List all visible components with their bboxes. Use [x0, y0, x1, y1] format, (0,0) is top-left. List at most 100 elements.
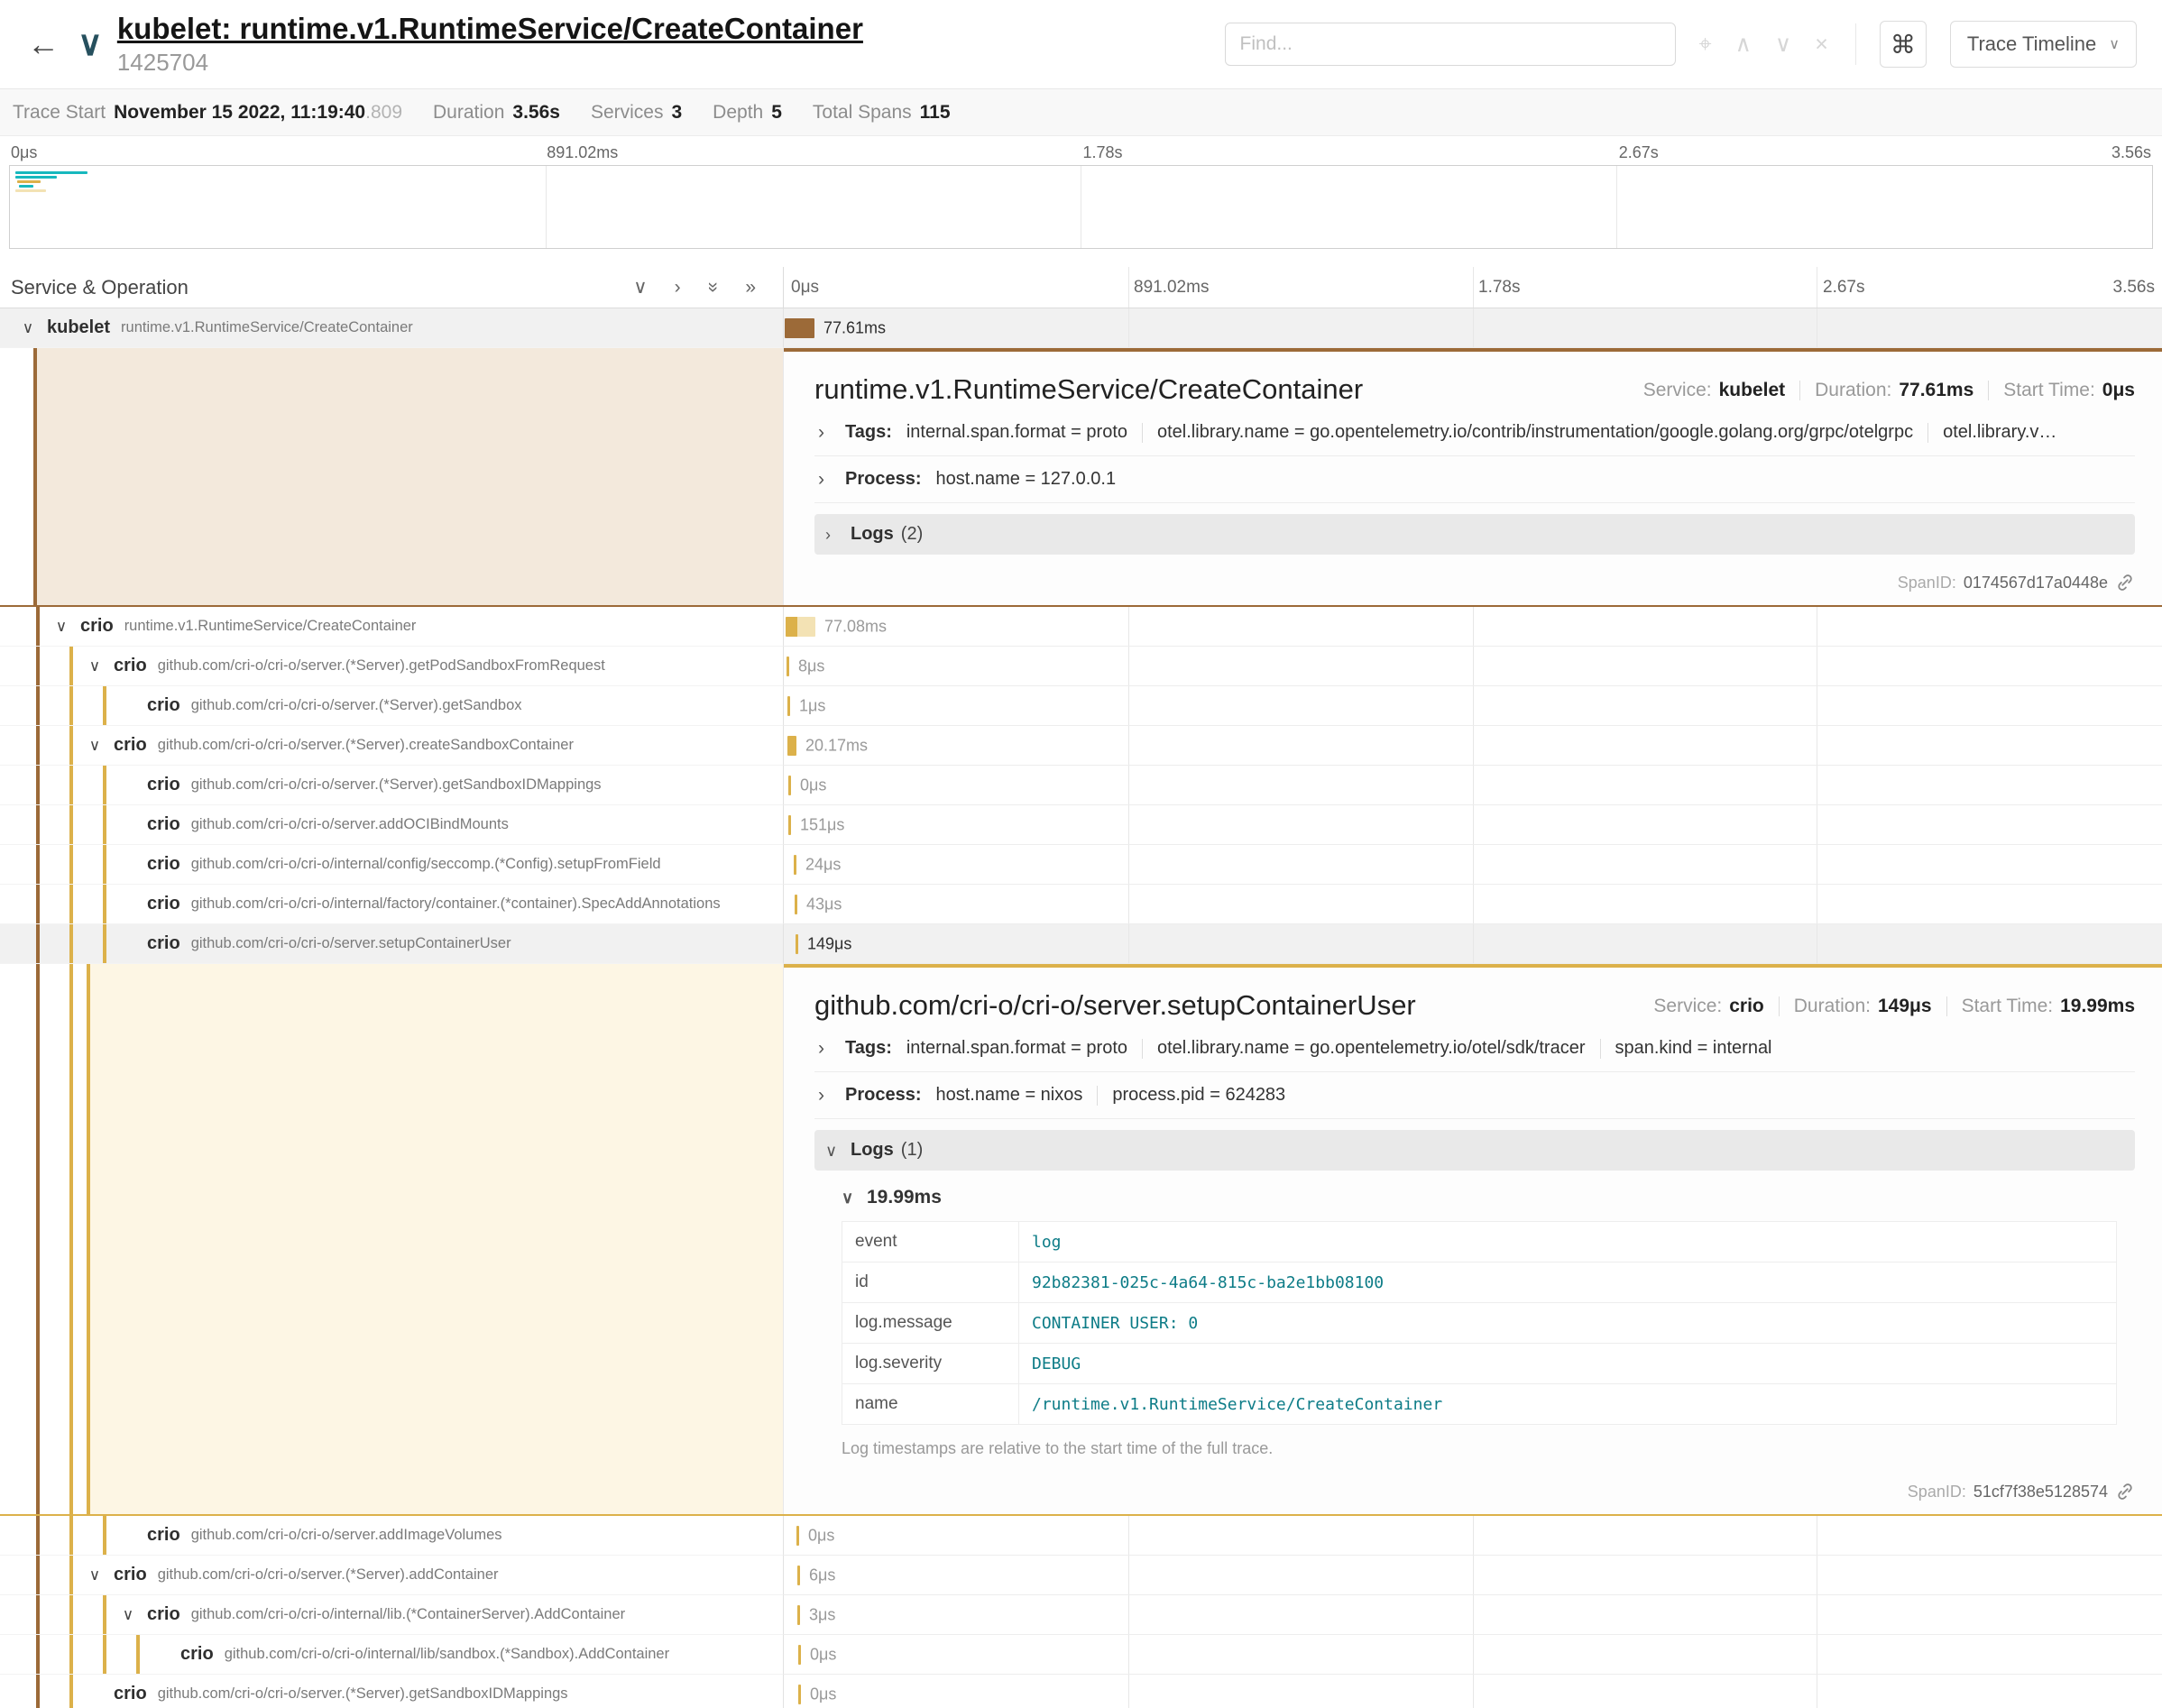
- span-detail-panel: runtime.v1.RuntimeService/CreateContaine…: [784, 348, 2162, 605]
- span-timeline-cell[interactable]: 0μs: [784, 1675, 2162, 1708]
- span-row[interactable]: criogithub.com/cri-o/cri-o/internal/fact…: [0, 885, 2162, 924]
- span-name-cell[interactable]: criogithub.com/cri-o/cri-o/server.addIma…: [0, 1516, 784, 1556]
- span-bar[interactable]: [787, 696, 790, 716]
- span-name-cell[interactable]: criogithub.com/cri-o/cri-o/server.(*Serv…: [0, 766, 784, 805]
- row-expand-chevron-icon[interactable]: ∨: [113, 1606, 143, 1624]
- span-service: crio: [114, 656, 147, 676]
- row-expand-chevron-icon[interactable]: ∨: [79, 737, 110, 755]
- span-bar[interactable]: [797, 1566, 800, 1585]
- span-bar[interactable]: [786, 617, 815, 637]
- span-bar[interactable]: [785, 318, 814, 338]
- logs-section-toggle[interactable]: ∨ Logs (1): [814, 1130, 2135, 1171]
- span-row[interactable]: ∨criogithub.com/cri-o/cri-o/server.(*Ser…: [0, 647, 2162, 686]
- row-expand-chevron-icon[interactable]: ∨: [79, 657, 110, 675]
- span-name-cell[interactable]: ∨criogithub.com/cri-o/cri-o/internal/lib…: [0, 1595, 784, 1635]
- span-name-cell[interactable]: criogithub.com/cri-o/cri-o/internal/conf…: [0, 845, 784, 885]
- span-operation: github.com/cri-o/cri-o/server.(*Server).…: [158, 1685, 575, 1703]
- span-row[interactable]: criogithub.com/cri-o/cri-o/server.(*Serv…: [0, 1675, 2162, 1708]
- keyboard-shortcuts-button[interactable]: ⌘: [1880, 21, 1927, 68]
- span-row[interactable]: ∨kubeletruntime.v1.RuntimeService/Create…: [0, 308, 2162, 348]
- span-name-cell[interactable]: criogithub.com/cri-o/cri-o/internal/fact…: [0, 885, 784, 924]
- locate-span-icon[interactable]: ⌖: [1699, 32, 1712, 58]
- span-timeline-cell[interactable]: 24μs: [784, 845, 2162, 885]
- span-row[interactable]: ∨criogithub.com/cri-o/cri-o/internal/lib…: [0, 1595, 2162, 1635]
- trace-view-select[interactable]: Trace Timeline ∨: [1950, 21, 2137, 68]
- log-entry-toggle[interactable]: ∨ 19.99ms: [842, 1187, 2130, 1208]
- span-row[interactable]: criogithub.com/cri-o/cri-o/server.setupC…: [0, 924, 2162, 964]
- span-bar[interactable]: [795, 895, 797, 914]
- indent-guide: [69, 964, 73, 1514]
- span-name-cell[interactable]: criogithub.com/cri-o/cri-o/server.(*Serv…: [0, 686, 784, 726]
- expand-all-icon[interactable]: »: [704, 282, 722, 293]
- span-bar[interactable]: [787, 736, 796, 756]
- collapse-one-icon[interactable]: ›: [675, 278, 681, 297]
- row-expand-chevron-icon[interactable]: ∨: [79, 1566, 110, 1584]
- span-timeline-cell[interactable]: 77.08ms: [784, 607, 2162, 647]
- span-bar[interactable]: [787, 657, 789, 676]
- span-bar[interactable]: [797, 1605, 800, 1625]
- span-timeline-cell[interactable]: 77.61ms: [784, 308, 2162, 348]
- span-timeline-cell[interactable]: 0μs: [784, 1516, 2162, 1556]
- span-name-cell[interactable]: ∨criogithub.com/cri-o/cri-o/server.(*Ser…: [0, 1556, 784, 1595]
- find-input[interactable]: [1225, 23, 1676, 66]
- span-bar[interactable]: [788, 815, 791, 835]
- span-timeline-cell[interactable]: 3μs: [784, 1595, 2162, 1635]
- span-timeline-cell[interactable]: 151μs: [784, 805, 2162, 845]
- span-row[interactable]: criogithub.com/cri-o/cri-o/server.addOCI…: [0, 805, 2162, 845]
- expand-one-icon[interactable]: ∨: [633, 278, 647, 297]
- span-bar[interactable]: [798, 1645, 801, 1665]
- minimap-canvas[interactable]: [9, 165, 2153, 249]
- span-timeline-cell[interactable]: 6μs: [784, 1556, 2162, 1595]
- span-row[interactable]: criogithub.com/cri-o/cri-o/server.(*Serv…: [0, 686, 2162, 726]
- span-name-cell[interactable]: ∨criogithub.com/cri-o/cri-o/server.(*Ser…: [0, 726, 784, 766]
- span-bar[interactable]: [794, 855, 796, 875]
- span-row[interactable]: criogithub.com/cri-o/cri-o/server.(*Serv…: [0, 766, 2162, 805]
- span-name-cell[interactable]: ∨kubeletruntime.v1.RuntimeService/Create…: [0, 308, 784, 348]
- span-name-cell[interactable]: criogithub.com/cri-o/cri-o/server.addOCI…: [0, 805, 784, 845]
- back-button[interactable]: ←: [27, 25, 60, 63]
- span-timeline-cell[interactable]: 1μs: [784, 686, 2162, 726]
- trace-collapse-chevron-icon[interactable]: ∨: [78, 27, 103, 61]
- span-bar[interactable]: [796, 1526, 799, 1546]
- span-duration-label: 3μs: [809, 1605, 835, 1624]
- span-timeline-cell[interactable]: 0μs: [784, 766, 2162, 805]
- row-expand-chevron-icon[interactable]: ∨: [13, 319, 43, 337]
- span-row[interactable]: ∨criogithub.com/cri-o/cri-o/server.(*Ser…: [0, 726, 2162, 766]
- process-section-toggle[interactable]: › Process: host.name = 127.0.0.1: [814, 456, 2135, 503]
- span-row[interactable]: criogithub.com/cri-o/cri-o/internal/conf…: [0, 845, 2162, 885]
- span-timeline-cell[interactable]: 8μs: [784, 647, 2162, 686]
- span-bar[interactable]: [788, 776, 791, 795]
- span-row[interactable]: ∨crioruntime.v1.RuntimeService/CreateCon…: [0, 607, 2162, 647]
- tags-section-toggle[interactable]: › Tags: internal.span.format = proto ote…: [814, 409, 2135, 456]
- chevron-right-icon: ›: [818, 1086, 845, 1105]
- spanid-value: 51cf7f38e5128574: [1973, 1483, 2108, 1501]
- span-row[interactable]: ∨criogithub.com/cri-o/cri-o/server.(*Ser…: [0, 1556, 2162, 1595]
- tags-section-toggle[interactable]: › Tags: internal.span.format = proto ote…: [814, 1025, 2135, 1072]
- span-bar[interactable]: [796, 934, 798, 954]
- tag-item: internal.span.format = proto: [906, 422, 1127, 443]
- prev-match-icon[interactable]: ∧: [1735, 31, 1752, 58]
- trace-title-link[interactable]: kubelet: runtime.v1.RuntimeService/Creat…: [117, 12, 863, 45]
- span-row[interactable]: criogithub.com/cri-o/cri-o/internal/lib/…: [0, 1635, 2162, 1675]
- clear-find-icon[interactable]: ×: [1815, 32, 1828, 58]
- logs-section-toggle[interactable]: › Logs (2): [814, 514, 2135, 555]
- span-name-cell[interactable]: ∨crioruntime.v1.RuntimeService/CreateCon…: [0, 607, 784, 647]
- span-timeline-cell[interactable]: 0μs: [784, 1635, 2162, 1675]
- span-name-cell[interactable]: criogithub.com/cri-o/cri-o/internal/lib/…: [0, 1635, 784, 1675]
- span-name-cell[interactable]: ∨criogithub.com/cri-o/cri-o/server.(*Ser…: [0, 647, 784, 686]
- collapse-all-icon[interactable]: »: [745, 278, 756, 297]
- span-name-cell[interactable]: criogithub.com/cri-o/cri-o/server.setupC…: [0, 924, 784, 964]
- span-detail-indent-area: [0, 964, 784, 1514]
- span-bar[interactable]: [798, 1685, 801, 1704]
- next-match-icon[interactable]: ∨: [1775, 31, 1791, 58]
- span-timeline-cell[interactable]: 43μs: [784, 885, 2162, 924]
- span-service: crio: [147, 695, 180, 716]
- row-expand-chevron-icon[interactable]: ∨: [46, 618, 77, 636]
- copy-link-icon[interactable]: [2115, 1482, 2135, 1501]
- process-section-toggle[interactable]: › Process: host.name = nixos process.pid…: [814, 1072, 2135, 1119]
- span-timeline-cell[interactable]: 149μs: [784, 924, 2162, 964]
- copy-link-icon[interactable]: [2115, 573, 2135, 592]
- span-timeline-cell[interactable]: 20.17ms: [784, 726, 2162, 766]
- span-name-cell[interactable]: criogithub.com/cri-o/cri-o/server.(*Serv…: [0, 1675, 784, 1708]
- span-row[interactable]: criogithub.com/cri-o/cri-o/server.addIma…: [0, 1516, 2162, 1556]
